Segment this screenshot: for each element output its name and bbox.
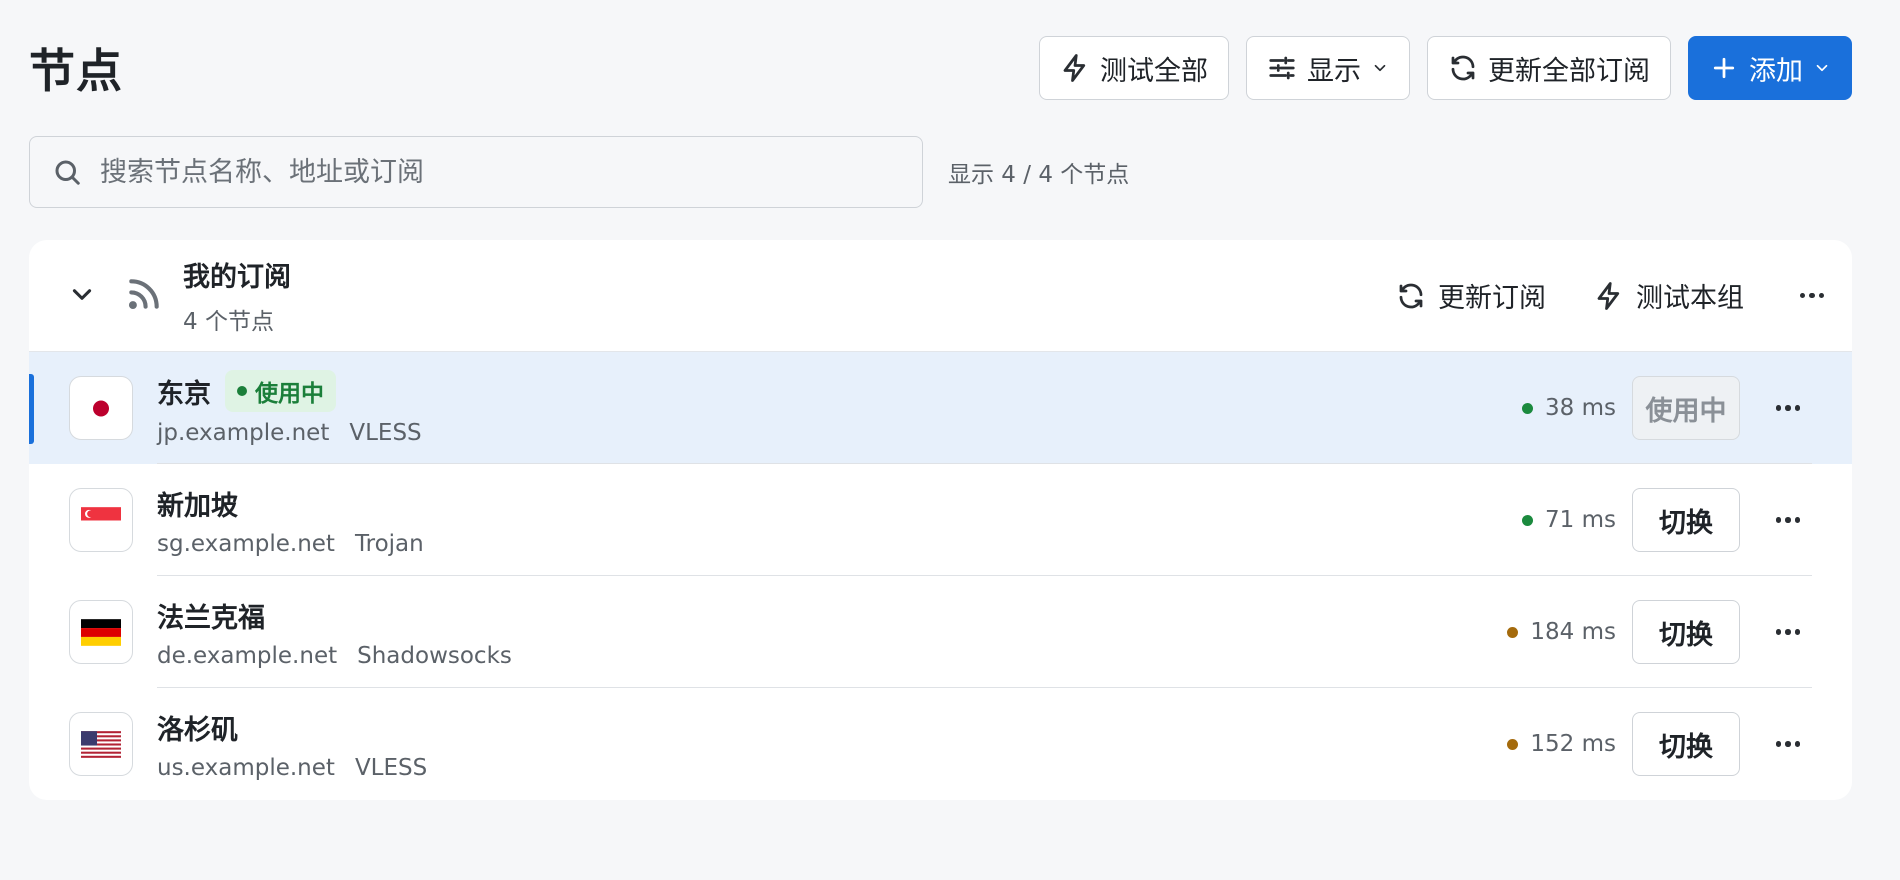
latency-value: 184 ms (1530, 619, 1616, 645)
group-title: 我的订阅 (183, 262, 291, 293)
add-button[interactable]: 添加 (1688, 36, 1852, 100)
latency-value: 152 ms (1530, 731, 1616, 757)
node-row-tokyo[interactable]: 东京 使用中 jp.example.net VLESS 38 ms 使用中 (29, 352, 1852, 464)
node-more-button[interactable] (1768, 500, 1808, 540)
in-use-badge-label: 使用中 (255, 381, 324, 407)
page-header: 节点 测试全部 显示 更新全部订阅 添加 (29, 36, 1852, 100)
group-header: 我的订阅 4 个节点 更新订阅 测试本组 (29, 240, 1852, 352)
switch-button[interactable]: 切换 (1632, 488, 1740, 552)
node-count: 显示 4 / 4 个节点 (948, 162, 1130, 188)
update-all-button[interactable]: 更新全部订阅 (1427, 36, 1671, 100)
node-protocol: VLESS (354, 754, 428, 781)
group-actions: 更新订阅 测试本组 (1396, 276, 1832, 316)
node-protocol: Shadowsocks (357, 642, 512, 669)
node-protocol: VLESS (349, 420, 422, 446)
group-subtitle: 4 个节点 (183, 309, 274, 335)
search-row: 显示 4 / 4 个节点 (29, 136, 1129, 208)
sliders-icon (1269, 56, 1295, 80)
node-info: 法兰克福 de.example.net Shadowsocks (157, 596, 512, 669)
plus-icon (1713, 57, 1735, 79)
node-more-button[interactable] (1768, 724, 1808, 764)
node-host: sg.example.net (157, 530, 335, 557)
node-info: 新加坡 sg.example.net Trojan (157, 484, 424, 557)
test-group-label: 测试本组 (1636, 283, 1744, 314)
chevron-down-icon (1374, 64, 1386, 72)
node-name: 东京 (157, 378, 211, 410)
refresh-icon (1451, 55, 1475, 81)
display-button[interactable]: 显示 (1246, 36, 1410, 100)
node-host: us.example.net (157, 754, 335, 781)
rss-icon (125, 275, 163, 317)
node-row-singapore[interactable]: 新加坡 sg.example.net Trojan 71 ms 切换 (29, 464, 1852, 576)
subscription-card: 我的订阅 4 个节点 更新订阅 测试本组 东京 使用中 jp.example.n… (29, 240, 1852, 800)
flag-sg-icon (69, 488, 133, 552)
latency-value: 38 ms (1545, 395, 1616, 421)
search-icon (55, 160, 80, 185)
latency: 184 ms (1507, 619, 1616, 645)
refresh-icon (1399, 283, 1423, 308)
node-protocol: Trojan (354, 530, 424, 557)
node-name: 新加坡 (157, 490, 238, 522)
node-info: 洛杉矶 us.example.net VLESS (157, 708, 427, 781)
test-group-button[interactable]: 测试本组 (1594, 276, 1744, 315)
switch-button[interactable]: 切换 (1632, 712, 1740, 776)
in-use-badge: 使用中 (225, 370, 336, 412)
add-label: 添加 (1749, 55, 1803, 87)
group-more-button[interactable] (1792, 276, 1832, 316)
update-all-label: 更新全部订阅 (1488, 55, 1650, 87)
display-label: 显示 (1307, 55, 1361, 87)
latency-value: 71 ms (1545, 507, 1616, 533)
node-host: de.example.net (157, 642, 338, 669)
flag-us-icon (69, 712, 133, 776)
node-more-button[interactable] (1768, 612, 1808, 652)
latency: 38 ms (1522, 395, 1616, 421)
node-row-los-angeles[interactable]: 洛杉矶 us.example.net VLESS 152 ms 切换 (29, 688, 1852, 800)
node-name: 法兰克福 (157, 602, 265, 634)
lightning-icon (1597, 281, 1620, 310)
group-info: 我的订阅 4 个节点 (183, 255, 291, 336)
test-all-button[interactable]: 测试全部 (1039, 36, 1229, 100)
lightning-icon (1063, 54, 1086, 82)
update-subscription-label: 更新订阅 (1438, 283, 1546, 314)
flag-jp-icon (69, 376, 133, 440)
latency: 152 ms (1507, 731, 1616, 757)
toolbar: 测试全部 显示 更新全部订阅 添加 (1039, 36, 1852, 100)
node-name: 洛杉矶 (157, 714, 238, 746)
search-input[interactable] (100, 156, 900, 188)
latency: 71 ms (1522, 507, 1616, 533)
in-use-button: 使用中 (1632, 376, 1740, 440)
node-host: jp.example.net (157, 420, 330, 446)
active-indicator (29, 374, 34, 444)
node-more-button[interactable] (1768, 388, 1808, 428)
chevron-down-icon (1816, 64, 1828, 72)
node-info: 东京 使用中 jp.example.net VLESS (157, 370, 422, 446)
switch-button[interactable]: 切换 (1632, 600, 1740, 664)
node-row-frankfurt[interactable]: 法兰克福 de.example.net Shadowsocks 184 ms 切… (29, 576, 1852, 688)
page-title: 节点 (29, 44, 123, 98)
collapse-toggle[interactable] (69, 281, 95, 311)
test-all-label: 测试全部 (1100, 55, 1208, 87)
flag-de-icon (69, 600, 133, 664)
chevron-down-icon (72, 288, 92, 300)
update-subscription-button[interactable]: 更新订阅 (1396, 276, 1546, 315)
search-box[interactable] (29, 136, 923, 208)
